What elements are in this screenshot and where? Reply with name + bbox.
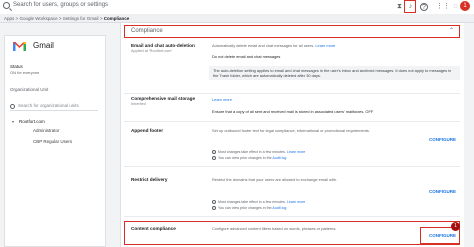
collapse-caret-icon[interactable]: ▾ — [12, 119, 14, 124]
history-icon — [212, 156, 216, 161]
collapse-arrow-icon[interactable]: ⌃ — [449, 27, 454, 34]
divider — [124, 121, 460, 122]
top-icon-highlight — [404, 0, 416, 13]
account-icon[interactable]: ◌ — [451, 2, 460, 11]
setting-title-content-compliance[interactable]: Content compliance — [131, 226, 176, 231]
history-icon — [212, 206, 216, 211]
info-row: You can view prior changes in the Audit … — [212, 206, 286, 211]
breadcrumb-workspace[interactable]: Google Workspace — [19, 16, 57, 21]
divider — [124, 166, 460, 167]
setting-sub: Applied at 'Rootfort.com' — [131, 49, 173, 53]
content-compliance-highlight — [124, 221, 460, 245]
help-icon[interactable]: ? — [420, 3, 428, 11]
info-icon — [212, 150, 216, 155]
configure-button[interactable]: CONFIGURE — [429, 189, 456, 194]
step-badge: 1 — [451, 222, 460, 231]
setting-desc: Set up outbound footer text for legal co… — [212, 128, 370, 133]
settings-card — [120, 23, 464, 247]
org-unit-item[interactable]: Administrator — [33, 128, 60, 133]
breadcrumb: Apps > Google Workspace > Settings for G… — [0, 14, 474, 23]
setting-title-append-footer[interactable]: Append footer — [131, 128, 163, 133]
learn-more-link[interactable]: Learn more — [315, 43, 335, 48]
global-search-input[interactable]: Search for users, groups or settings — [13, 2, 108, 8]
divider — [124, 93, 460, 94]
top-bar: Search for users, groups or settings ⧗ ♪… — [0, 0, 474, 14]
setting-title-mail-storage[interactable]: Comprehensive mail storage — [131, 96, 195, 101]
setting-sub: Inherited — [131, 102, 146, 106]
setting-value: Do not delete email and chat messages — [212, 54, 281, 59]
status-label: Status — [10, 64, 23, 69]
status-value[interactable]: ON for everyone — [10, 70, 39, 75]
learn-more-link[interactable]: Learn more — [287, 150, 305, 154]
setting-title-restrict-delivery[interactable]: Restrict delivery — [131, 177, 167, 182]
org-unit-root[interactable]: Rootfort.com — [19, 119, 45, 124]
search-icon[interactable] — [3, 2, 10, 9]
info-icon — [212, 200, 216, 205]
org-unit-search-placeholder: Search for organizational units — [18, 103, 79, 108]
setting-desc: Restrict the domains that your users are… — [212, 177, 337, 182]
search-icon — [10, 104, 15, 109]
audit-log-link[interactable]: Audit log — [272, 156, 286, 160]
info-row: You can view prior changes in the Audit … — [212, 156, 286, 161]
info-note: The auto-deletion setting applies to ema… — [209, 66, 460, 80]
gmail-logo-icon — [13, 42, 26, 51]
setting-value: Ensure that a copy of all sent and recei… — [212, 109, 374, 114]
compliance-section-header[interactable] — [124, 25, 460, 38]
org-unit-header: Organizational Unit — [10, 87, 49, 92]
setting-desc: Configure advanced content filters based… — [212, 226, 337, 231]
breadcrumb-gmail-settings[interactable]: Settings for Gmail — [63, 16, 99, 21]
setting-desc: Automatically delete email and chat mess… — [212, 43, 336, 48]
learn-more-link[interactable]: Learn more — [212, 97, 232, 102]
configure-button-content-compliance[interactable]: CONFIGURE — [429, 233, 456, 238]
setting-title-auto-deletion[interactable]: Email and chat auto-deletion — [131, 43, 195, 48]
app-name: Gmail — [33, 41, 54, 50]
divider — [124, 216, 460, 217]
info-row: Most changes take effect in a few minute… — [212, 200, 305, 205]
breadcrumb-apps[interactable]: Apps — [4, 16, 14, 21]
org-unit-item[interactable]: CBP Regular Users — [33, 139, 72, 144]
audit-log-link[interactable]: Audit log — [272, 206, 286, 210]
hourglass-icon[interactable]: ⧗ — [395, 2, 404, 11]
info-row: Most changes take effect in a few minute… — [212, 150, 305, 155]
avatar[interactable]: 1 — [460, 1, 470, 11]
apps-icon[interactable]: ⋮⋮ — [436, 2, 450, 11]
configure-button[interactable]: CONFIGURE — [429, 137, 456, 142]
section-title: Compliance — [131, 28, 163, 34]
breadcrumb-current: Compliance — [103, 16, 130, 21]
learn-more-link[interactable]: Learn more — [287, 200, 305, 204]
